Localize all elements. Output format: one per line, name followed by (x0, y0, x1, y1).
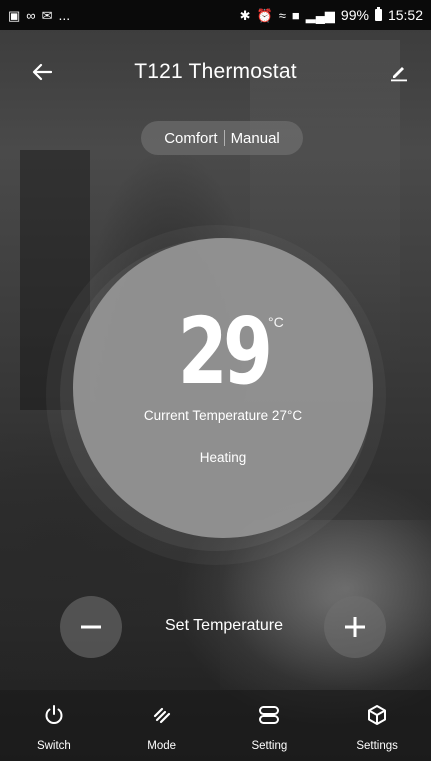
nav-label-setting: Setting (251, 740, 288, 752)
battery-percent: 99% (340, 7, 369, 23)
plus-icon (345, 617, 365, 637)
temperature-dial: 29 °C Current Temperature 27°C Heating (73, 238, 373, 538)
bluetooth-icon: ✱ (239, 7, 251, 23)
cube-icon (364, 702, 390, 728)
nav-item-settings[interactable]: Settings (323, 690, 431, 761)
set-temperature-value: 29 (177, 298, 273, 405)
decrease-temperature-button[interactable] (60, 596, 122, 658)
wifi-icon: ≈ (278, 7, 286, 23)
temperature-unit: °C (268, 314, 284, 330)
edit-button[interactable] (385, 58, 413, 86)
back-button[interactable] (28, 58, 56, 86)
image-icon: ▣ (8, 7, 21, 23)
mode-divider (223, 130, 225, 146)
setting-icon (256, 702, 282, 728)
sim-icon: ■ (291, 7, 300, 23)
status-bar-right: ✱ ⏰ ≈ ■ ▂▄▆ 99% 15:52 (240, 7, 423, 23)
header: T121 Thermostat (0, 50, 431, 94)
mode-indicator[interactable]: Comfort Manual (141, 121, 303, 155)
mode-manual-label: Manual (230, 129, 280, 147)
mail-icon: ✉ (41, 7, 53, 23)
status-bar-left: ▣ ∞ ✉ ... (8, 7, 70, 23)
heating-status: Heating (199, 450, 247, 465)
set-temperature-label: Set Temperature (165, 617, 283, 634)
battery-icon (374, 7, 382, 21)
page-title: T121 Thermostat (134, 60, 297, 83)
nav-item-switch[interactable]: Switch (0, 690, 108, 761)
nav-item-setting[interactable]: Setting (216, 690, 324, 761)
bottom-nav: Switch Mode Setting Settings (0, 690, 431, 761)
signal-icon: ▂▄▆ (305, 7, 335, 23)
thermostat-screen: ▣ ∞ ✉ ... ✱ ⏰ ≈ ■ ▂▄▆ 99% 15:52 T121 The… (0, 0, 431, 761)
nav-item-mode[interactable]: Mode (108, 690, 216, 761)
current-temperature: Current Temperature 27°C (143, 408, 303, 423)
power-icon (41, 702, 67, 728)
back-arrow-icon (32, 63, 52, 81)
status-time: 15:52 (387, 7, 423, 23)
increase-temperature-button[interactable] (324, 596, 386, 658)
status-bar: ▣ ∞ ✉ ... ✱ ⏰ ≈ ■ ▂▄▆ 99% 15:52 (0, 0, 431, 30)
nav-label-switch: Switch (36, 740, 71, 752)
mode-icon (149, 702, 175, 728)
mode-comfort-label: Comfort (164, 129, 218, 147)
nav-label-settings: Settings (356, 740, 398, 752)
pencil-icon (391, 67, 407, 82)
minus-icon (81, 625, 101, 629)
status-ellipsis: ... (58, 7, 71, 23)
nfc-icon: ∞ (26, 7, 36, 23)
nav-label-mode: Mode (147, 740, 177, 752)
alarm-icon: ⏰ (256, 7, 273, 23)
